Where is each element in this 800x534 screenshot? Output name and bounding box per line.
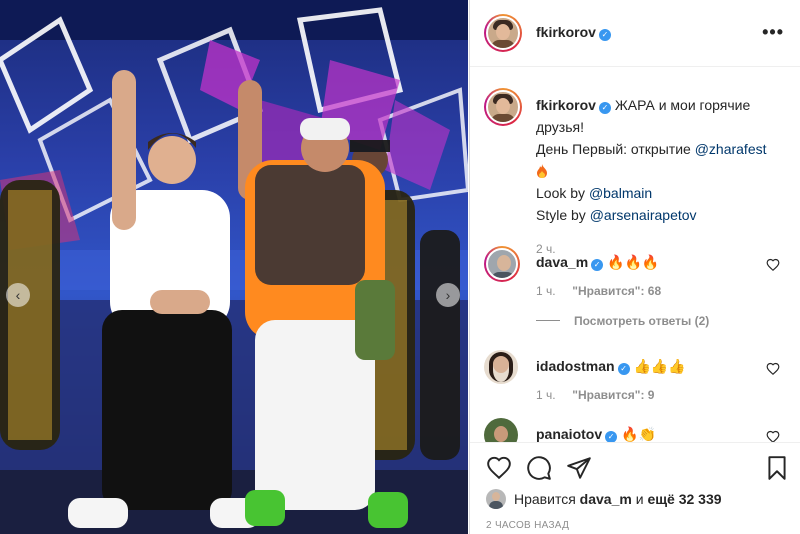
likes-text: Нравится dava_m и ещё 32 339 (514, 491, 722, 507)
heart-icon[interactable] (766, 362, 780, 376)
comment-avatar[interactable] (484, 246, 520, 282)
comment-text: 🔥👏 (621, 426, 656, 442)
comment-avatar[interactable] (484, 418, 518, 442)
share-icon[interactable] (566, 455, 592, 481)
comment-username[interactable]: idadostman (536, 358, 615, 374)
post-photo[interactable]: ‹ › (0, 0, 468, 534)
comment-icon[interactable] (526, 455, 552, 481)
comment-likes[interactable]: "Нравится": 68 (572, 284, 661, 298)
author-name-row: fkirkorov ✓ (536, 24, 611, 41)
post-header: fkirkorov ✓ ••• (470, 0, 800, 67)
comment-likes[interactable]: "Нравится": 9 (572, 388, 654, 402)
comment-avatar[interactable] (484, 350, 518, 384)
caption-style-prefix: Style by (536, 207, 590, 223)
chevron-right-icon: › (445, 287, 451, 303)
comment-username[interactable]: dava_m (536, 254, 588, 270)
author-avatar[interactable] (484, 14, 522, 52)
author-username[interactable]: fkirkorov (536, 24, 596, 40)
comment-text: 🔥🔥🔥 (607, 254, 660, 270)
comment-body: panaiotov ✓ 🔥👏 (536, 426, 756, 442)
next-photo-button[interactable]: › (436, 283, 460, 307)
likes-middle: и (631, 491, 648, 507)
likes-count[interactable]: ещё 32 339 (647, 491, 721, 507)
previous-photo-button[interactable]: ‹ (6, 283, 30, 307)
concert-photo-illustration (0, 0, 468, 534)
heart-icon[interactable] (766, 258, 780, 272)
likes-prefix: Нравится (514, 491, 580, 507)
caption-avatar[interactable] (484, 88, 522, 126)
comment-text: 👍👍👍 (633, 358, 686, 374)
comment-body: idadostman ✓ 👍👍👍 (536, 358, 756, 375)
flame-icon (537, 164, 547, 178)
heart-icon[interactable] (486, 455, 512, 481)
mention-arsenairapetov[interactable]: @arsenairapetov (590, 207, 697, 223)
caption-line-2: День Первый: открытие (536, 141, 695, 157)
caption-look-prefix: Look by (536, 185, 589, 201)
verified-icon: ✓ (598, 102, 611, 114)
comments-list[interactable]: fkirkorov ✓ ЖАРА и мои горячие друзья! Де… (470, 68, 800, 442)
comment-meta: 1 ч. "Нравится": 9 (536, 388, 766, 402)
bookmark-icon[interactable] (764, 455, 790, 481)
liker-username[interactable]: dava_m (580, 491, 632, 507)
verified-icon: ✓ (605, 431, 618, 442)
mention-zharafest[interactable]: @zharafest (695, 141, 767, 157)
verified-icon: ✓ (617, 363, 630, 375)
post-sidebar: fkirkorov ✓ ••• fkirkorov ✓ ЖАРА и мои гор… (469, 0, 800, 534)
mention-balmain[interactable]: @balmain (589, 185, 652, 201)
heart-icon[interactable] (766, 430, 780, 442)
liker-avatar[interactable] (486, 489, 506, 509)
view-replies-label: Посмотреть ответы (2) (574, 314, 710, 328)
verified-icon: ✓ (591, 259, 604, 271)
caption-text: fkirkorov ✓ ЖАРА и мои горячие друзья! Де… (536, 94, 786, 260)
chevron-left-icon: ‹ (15, 287, 21, 303)
comment-username[interactable]: panaiotov (536, 426, 602, 442)
verified-icon: ✓ (598, 29, 611, 41)
comment-meta: 1 ч. "Нравится": 68 (536, 284, 766, 298)
comment-time[interactable]: 1 ч. (536, 388, 556, 402)
comment-time[interactable]: 1 ч. (536, 284, 556, 298)
comment-body: dava_m ✓ 🔥🔥🔥 (536, 254, 756, 271)
view-replies-button[interactable]: Посмотреть ответы (2) (536, 314, 709, 328)
action-bar (470, 442, 800, 492)
caption-username[interactable]: fkirkorov (536, 97, 596, 113)
more-options-icon[interactable]: ••• (762, 22, 784, 43)
post-timestamp[interactable]: 2 ЧАСОВ НАЗАД (486, 520, 569, 531)
